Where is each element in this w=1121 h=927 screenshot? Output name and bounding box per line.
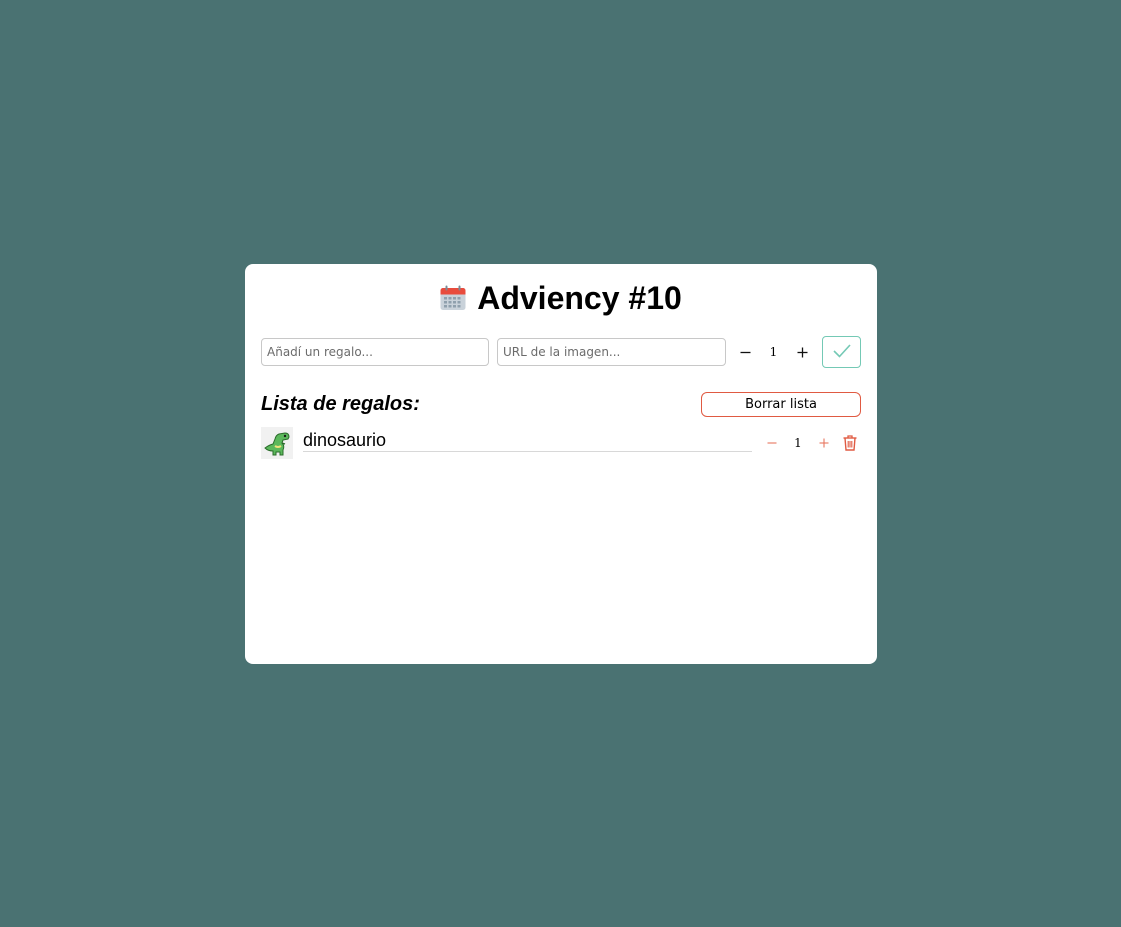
minus-icon <box>767 438 777 448</box>
gift-image-url-input[interactable] <box>497 338 726 366</box>
add-gift-button[interactable] <box>822 336 861 368</box>
list-title: Lista de regalos: <box>261 393 420 415</box>
item-decrement-button[interactable] <box>760 431 784 455</box>
dinosaur-icon <box>261 427 293 459</box>
gift-card: Adviency #10 1 Lista de regalos: Borrar … <box>245 264 877 664</box>
minus-icon <box>740 347 751 358</box>
gift-item-name: dinosaurio <box>303 430 752 452</box>
plus-icon <box>797 347 808 358</box>
plus-icon <box>819 438 829 448</box>
decrement-button[interactable] <box>733 340 757 364</box>
list-item: dinosaurio 1 <box>261 426 861 460</box>
item-quantity-value: 1 <box>794 436 802 450</box>
quantity-value: 1 <box>769 345 778 359</box>
page-title: Adviency #10 <box>477 280 682 316</box>
gift-name-input[interactable] <box>261 338 489 366</box>
increment-button[interactable] <box>790 340 814 364</box>
calendar-icon <box>440 285 466 311</box>
delete-item-button[interactable] <box>843 434 859 452</box>
checkmark-icon <box>832 343 851 361</box>
header: Adviency #10 <box>245 280 877 316</box>
item-quantity-stepper: 1 <box>760 431 836 455</box>
item-increment-button[interactable] <box>812 431 836 455</box>
quantity-stepper: 1 <box>733 340 814 364</box>
trash-icon <box>843 435 859 451</box>
clear-list-button[interactable]: Borrar lista <box>701 392 861 417</box>
gift-image <box>261 427 293 459</box>
